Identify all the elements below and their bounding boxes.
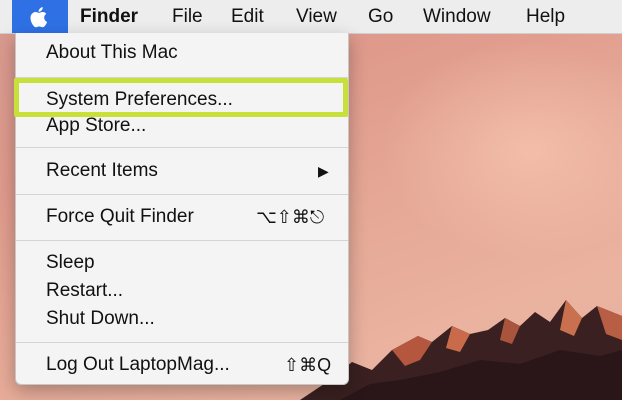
menubar-help[interactable]: Help [526, 0, 565, 33]
submenu-arrow-icon: ▶ [318, 163, 329, 179]
apple-menu-button[interactable] [12, 0, 68, 33]
menubar-finder[interactable]: Finder [80, 0, 138, 33]
menu-item-log-out[interactable]: Log Out LaptopMag... [46, 353, 230, 377]
highlight-outline [14, 78, 348, 117]
menu-separator [16, 147, 348, 148]
menu-item-shut-down[interactable]: Shut Down... [46, 307, 155, 331]
log-out-shortcut: ⇧⌘Q [284, 355, 332, 375]
apple-logo-icon [30, 6, 48, 27]
force-quit-shortcut: ⌥⇧⌘⎋ [256, 207, 325, 227]
menu-item-app-store[interactable]: App Store... [46, 114, 146, 138]
menubar-go[interactable]: Go [368, 0, 393, 33]
menubar-window[interactable]: Window [423, 0, 491, 33]
menubar-file[interactable]: File [172, 0, 203, 33]
menu-separator [16, 194, 348, 195]
menu-item-about-this-mac[interactable]: About This Mac [46, 41, 178, 65]
menubar-edit[interactable]: Edit [231, 0, 264, 33]
menu-item-force-quit[interactable]: Force Quit Finder [46, 205, 194, 229]
menubar-view[interactable]: View [296, 0, 337, 33]
menu-separator [16, 240, 348, 241]
menu-item-recent-items[interactable]: Recent Items [46, 159, 158, 183]
menu-separator [16, 342, 348, 343]
menu-item-sleep[interactable]: Sleep [46, 251, 95, 275]
menu-item-restart[interactable]: Restart... [46, 279, 123, 303]
menu-bar: Finder File Edit View Go Window Help [0, 0, 622, 34]
